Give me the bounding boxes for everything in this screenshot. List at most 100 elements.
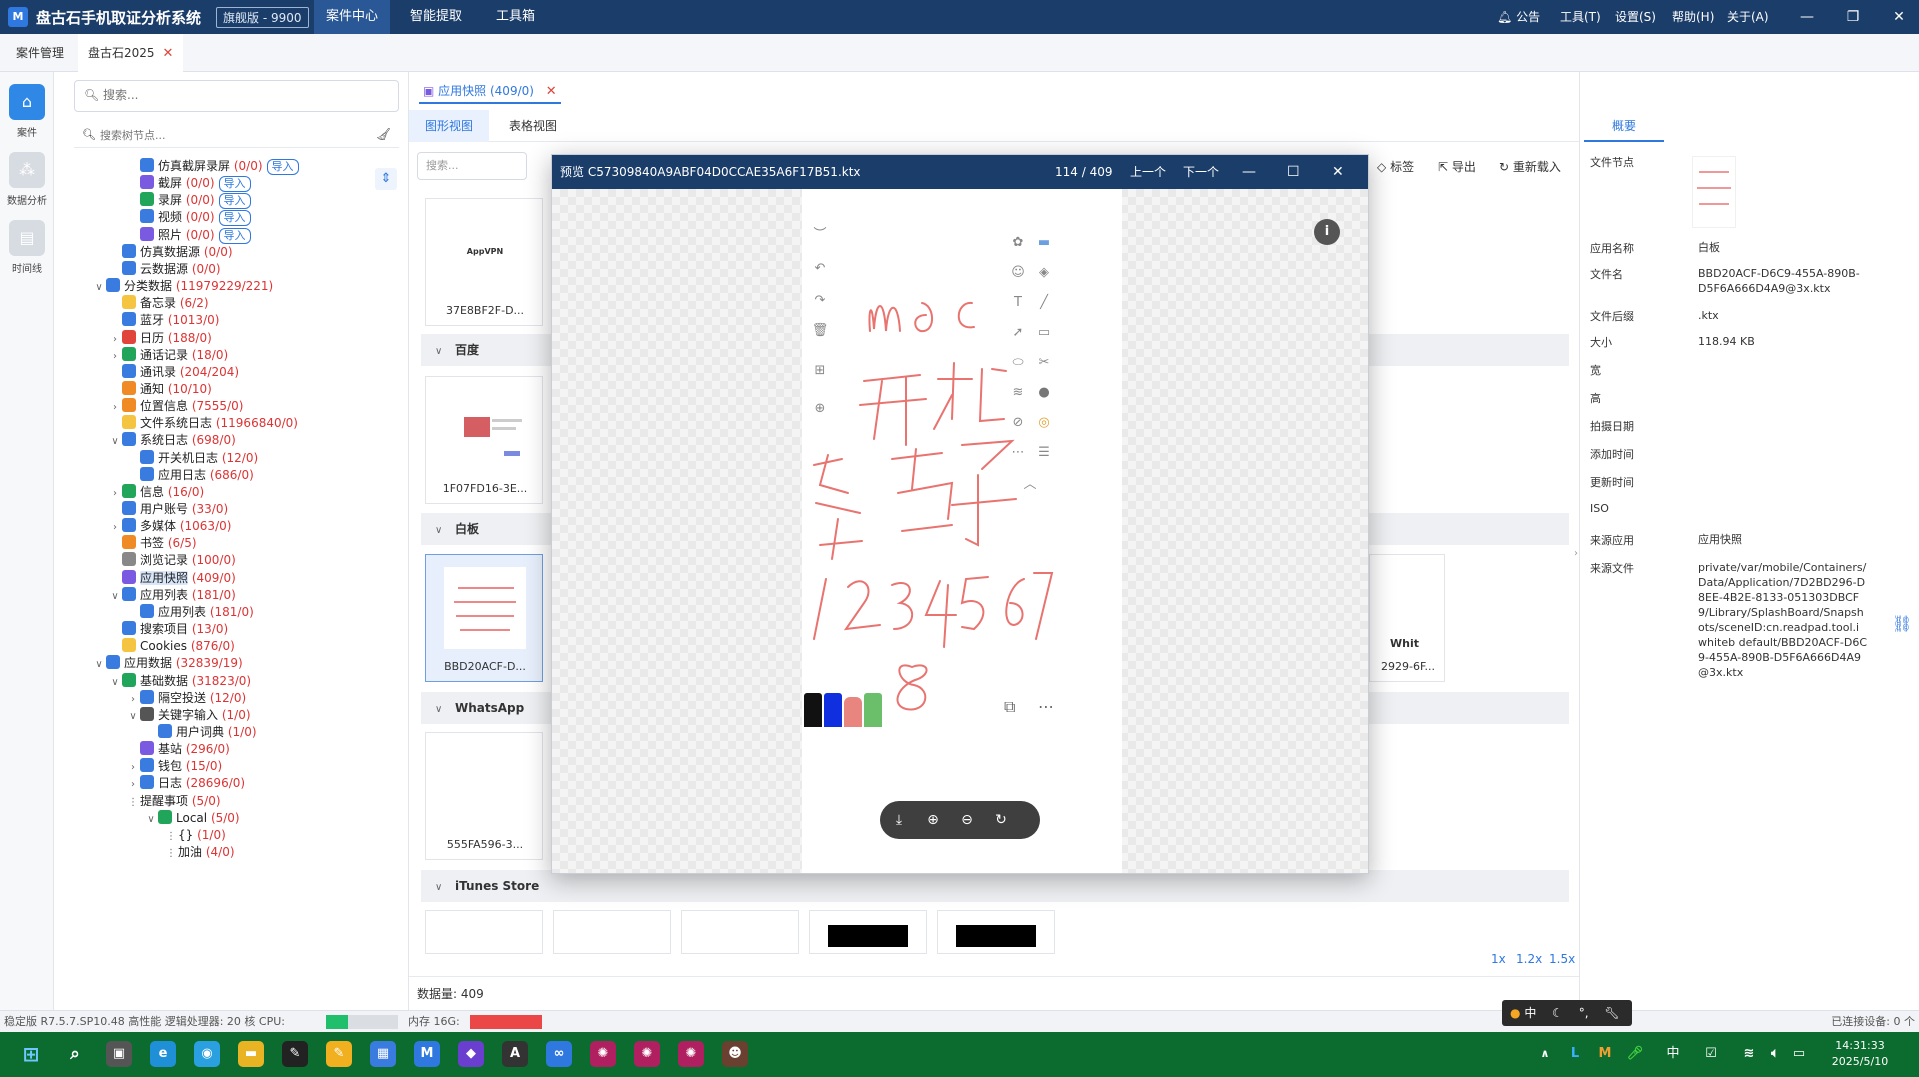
zoom-1-5x-link[interactable]: 1.5x bbox=[1549, 952, 1575, 966]
export-button[interactable]: ⇱ 导出 bbox=[1438, 158, 1476, 175]
zoom-1-2x-link[interactable]: 1.2x bbox=[1516, 952, 1542, 966]
search-input[interactable] bbox=[103, 81, 383, 109]
menu-smart-extract[interactable]: 智能提取 bbox=[398, 0, 474, 34]
close-icon[interactable]: ✕ bbox=[163, 46, 174, 61]
snapshot-card[interactable]: 1F07FD16-3E... bbox=[425, 376, 543, 504]
rotate-icon[interactable]: ↻ bbox=[990, 809, 1012, 831]
snapshot-card[interactable] bbox=[425, 910, 543, 954]
link-icon[interactable]: ⛓︎ bbox=[1892, 614, 1912, 633]
chevron-up-icon[interactable]: ∧ bbox=[1532, 1041, 1558, 1067]
reload-button[interactable]: ↻ 重新载入 bbox=[1499, 158, 1561, 175]
file-explorer-icon[interactable]: ▬ bbox=[238, 1041, 264, 1067]
davinci-app-icon-2[interactable]: ✺ bbox=[634, 1041, 660, 1067]
tab-summary[interactable]: 概要 bbox=[1584, 110, 1664, 142]
tree-node[interactable]: ⋮ 加油 (4/0) bbox=[164, 842, 235, 863]
help-menu[interactable]: 帮助(H) bbox=[1672, 0, 1714, 34]
clear-filter-icon[interactable]: 🧹︎ bbox=[376, 127, 391, 141]
edge-icon[interactable]: e bbox=[150, 1041, 176, 1067]
download-icon[interactable]: ⤓ bbox=[888, 809, 910, 831]
collapse-all-icon[interactable]: ⇕ bbox=[375, 168, 397, 190]
tab-case[interactable]: 盘古石2025 ✕ bbox=[78, 34, 184, 72]
meta-app-icon[interactable]: ∞ bbox=[546, 1041, 572, 1067]
chevron-down-icon[interactable]: ∨ bbox=[92, 654, 106, 675]
chevron-down-icon[interactable]: ∨ bbox=[144, 809, 158, 830]
close-icon[interactable]: ✕ bbox=[546, 84, 557, 99]
volume-icon[interactable]: 🔈︎ bbox=[1762, 1041, 1788, 1067]
settings-menu[interactable]: 设置(S) bbox=[1615, 0, 1656, 34]
search-icon[interactable]: ⌕ bbox=[62, 1041, 88, 1067]
group-header-itunes[interactable]: ∨ iTunes Store bbox=[421, 870, 1569, 902]
m-tray-icon[interactable]: M bbox=[1592, 1041, 1618, 1067]
davinci-app-icon-1[interactable]: ✺ bbox=[590, 1041, 616, 1067]
menu-toolbox[interactable]: 工具箱 bbox=[484, 0, 547, 34]
minimize-icon[interactable]: — bbox=[1242, 155, 1256, 189]
zoom-in-icon[interactable]: ⊕ bbox=[922, 809, 944, 831]
notes-app-icon[interactable]: ✎ bbox=[326, 1041, 352, 1067]
chevron-down-icon[interactable]: ∨ bbox=[108, 672, 122, 693]
prev-button[interactable]: 上一个 bbox=[1130, 155, 1166, 189]
clock[interactable]: 14:31:33 2025/5/10 bbox=[1820, 1038, 1900, 1070]
category-icon bbox=[140, 209, 154, 224]
snapshot-card[interactable]: 555FA596-3... bbox=[425, 732, 543, 860]
expand-icon[interactable]: › bbox=[1574, 548, 1584, 559]
zoom-1x-link[interactable]: 1x bbox=[1491, 952, 1506, 966]
tab-graphic-view[interactable]: 图形视图 bbox=[409, 110, 490, 142]
menu-case-center[interactable]: 案件中心 bbox=[314, 0, 391, 34]
snapshot-card[interactable] bbox=[937, 910, 1055, 954]
moon-icon: ☾ bbox=[1552, 1006, 1563, 1020]
maximize-icon[interactable]: ☐ bbox=[1287, 155, 1300, 189]
chevron-down-icon[interactable]: ∨ bbox=[126, 706, 140, 727]
pen-app-icon[interactable]: ✎ bbox=[282, 1041, 308, 1067]
ime-tray[interactable]: 中 bbox=[1660, 1041, 1686, 1067]
tools-menu[interactable]: 工具(T) bbox=[1560, 0, 1601, 34]
import-button[interactable]: 导入 bbox=[266, 159, 299, 175]
wifi-icon[interactable]: ≋ bbox=[1736, 1041, 1762, 1067]
tree-search-input[interactable] bbox=[100, 124, 350, 146]
filter-input[interactable]: 搜索... bbox=[417, 152, 527, 180]
battery-icon[interactable]: ▭ bbox=[1786, 1041, 1812, 1067]
tab-table-view[interactable]: 表格视图 bbox=[493, 110, 573, 142]
tree-node-label: 云数据源 bbox=[140, 261, 189, 276]
tab-case-management[interactable]: 案件管理 bbox=[6, 34, 74, 72]
minimize-icon[interactable]: — bbox=[1787, 0, 1827, 34]
snapshot-card[interactable]: Whit 2929-6F... bbox=[1369, 554, 1445, 682]
next-button[interactable]: 下一个 bbox=[1183, 155, 1219, 189]
forensics-app-icon[interactable]: ▦ bbox=[370, 1041, 396, 1067]
tree-spacer[interactable]: ⋮ bbox=[126, 792, 140, 813]
windows-start-icon[interactable]: ⊞ bbox=[18, 1041, 44, 1067]
snapshot-card[interactable] bbox=[681, 910, 799, 954]
photo-app-icon[interactable]: ☻ bbox=[722, 1041, 748, 1067]
pangu-app-icon[interactable]: M bbox=[414, 1041, 440, 1067]
tree-spacer[interactable]: ⋮ bbox=[164, 843, 178, 864]
task-view-icon[interactable]: ▣ bbox=[106, 1041, 132, 1067]
checkbox-tray-icon[interactable]: ☑ bbox=[1698, 1041, 1724, 1067]
crystal-app-icon[interactable]: ◆ bbox=[458, 1041, 484, 1067]
store-icon[interactable]: ◉ bbox=[194, 1041, 220, 1067]
tag-button[interactable]: ◇ 标签 bbox=[1377, 158, 1414, 175]
ime-toolbar[interactable]: ● 中 ☾ °, 🔧︎ bbox=[1502, 1000, 1632, 1026]
snapshot-card-selected[interactable]: BBD20ACF-D... bbox=[425, 554, 543, 682]
l-tray-icon[interactable]: L bbox=[1562, 1041, 1588, 1067]
rail-item-timeline[interactable]: ▤ 时间线 bbox=[0, 220, 54, 275]
snapshot-card[interactable]: AppVPN 37E8BF2F-D... bbox=[425, 198, 543, 326]
announcement-menu[interactable]: 🔔︎ 公告 bbox=[1497, 0, 1540, 34]
rail-item-analysis[interactable]: ⁂ 数据分析 bbox=[0, 152, 54, 207]
snapshot-card[interactable] bbox=[809, 910, 927, 954]
chevron-down-icon[interactable]: ∨ bbox=[108, 586, 122, 607]
green-pen-icon bbox=[864, 693, 882, 727]
chevron-down-icon[interactable]: ∨ bbox=[92, 277, 106, 298]
zoom-out-icon[interactable]: ⊖ bbox=[956, 809, 978, 831]
davinci-app-icon-3[interactable]: ✺ bbox=[678, 1041, 704, 1067]
chevron-down-icon[interactable]: ∨ bbox=[108, 431, 122, 452]
snapshot-card[interactable] bbox=[553, 910, 671, 954]
rail-item-case[interactable]: ⌂ 案件 bbox=[0, 84, 54, 139]
maximize-icon[interactable]: ❐ bbox=[1833, 0, 1873, 34]
about-menu[interactable]: 关于(A) bbox=[1727, 0, 1769, 34]
category-icon bbox=[140, 192, 154, 207]
close-icon[interactable]: ✕ bbox=[1879, 0, 1919, 34]
microphone-icon[interactable]: 🎤︎ bbox=[1622, 1041, 1648, 1067]
panel-tab-snapshots[interactable]: ▣ 应用快照 (409/0) ✕ bbox=[419, 78, 561, 104]
info-icon[interactable]: i bbox=[1314, 219, 1340, 245]
close-icon[interactable]: ✕ bbox=[1332, 155, 1344, 189]
a-app-icon[interactable]: A bbox=[502, 1041, 528, 1067]
